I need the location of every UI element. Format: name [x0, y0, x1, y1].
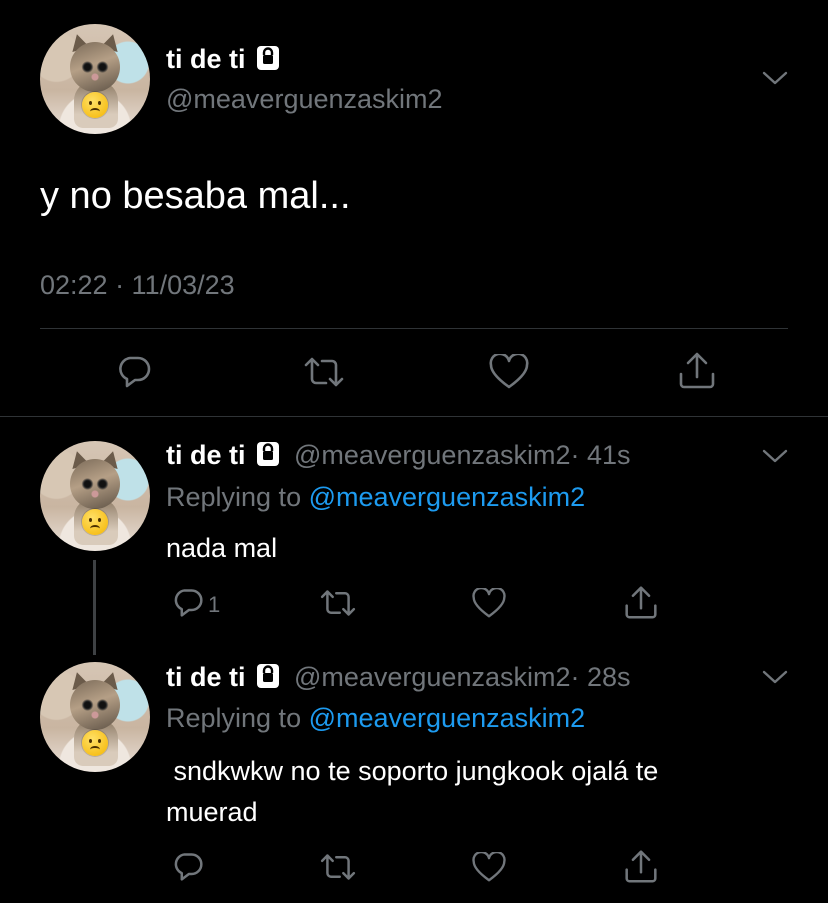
like-icon[interactable]	[472, 852, 506, 883]
mention-link[interactable]: @meaverguenzaskim2	[309, 482, 586, 512]
lock-icon	[256, 441, 280, 472]
avatar[interactable]	[40, 24, 150, 134]
tweet-age: · 41s	[570, 440, 631, 470]
share-icon[interactable]	[678, 350, 716, 390]
reply-text-line: muerad	[166, 797, 258, 827]
chevron-down-icon[interactable]	[762, 669, 788, 685]
handle[interactable]: @meaverguenzaskim2	[294, 440, 571, 470]
lock-icon	[256, 663, 280, 694]
retweet-icon[interactable]	[318, 852, 358, 882]
thread-line	[93, 560, 96, 655]
divider	[40, 328, 788, 329]
replying-to: Replying to @meaverguenzaskim2	[166, 482, 585, 513]
replying-to: Replying to @meaverguenzaskim2	[166, 703, 585, 734]
reply-text: nada mal	[166, 533, 278, 563]
retweet-icon[interactable]	[318, 588, 358, 618]
avatar[interactable]	[40, 441, 150, 551]
reply-count: 1	[208, 592, 221, 617]
chevron-down-icon[interactable]	[762, 70, 788, 86]
tweet-text: y no besaba mal...	[40, 175, 351, 217]
reply-icon[interactable]	[172, 850, 204, 882]
sad-face-emoji	[82, 730, 108, 756]
sad-face-emoji	[82, 509, 108, 535]
handle[interactable]: @meaverguenzaskim2	[166, 84, 443, 115]
handle[interactable]: @meaverguenzaskim2	[294, 662, 571, 692]
reply-text-line: sndkwkw no te soporto jungkook ojalá te	[166, 756, 659, 786]
like-icon[interactable]	[472, 588, 506, 619]
tweet-age: · 28s	[570, 662, 631, 692]
sad-face-emoji	[82, 92, 108, 118]
like-icon[interactable]	[489, 354, 529, 390]
retweet-icon[interactable]	[302, 355, 346, 389]
reply-icon[interactable]	[116, 353, 152, 389]
display-name[interactable]: ti de ti	[166, 440, 246, 470]
replying-to-label: Replying to	[166, 703, 309, 733]
replying-to-label: Replying to	[166, 482, 309, 512]
chevron-down-icon[interactable]	[762, 448, 788, 464]
share-icon[interactable]	[624, 584, 658, 620]
lock-icon	[256, 45, 280, 76]
share-icon[interactable]	[624, 848, 658, 884]
mention-link[interactable]: @meaverguenzaskim2	[309, 703, 586, 733]
reply-icon[interactable]	[172, 586, 204, 618]
tweet-timestamp[interactable]: 02:22 · 11/03/23	[40, 270, 235, 301]
display-name[interactable]: ti de ti	[166, 662, 246, 692]
divider	[0, 416, 828, 417]
display-name[interactable]: ti de ti	[166, 44, 246, 74]
avatar[interactable]	[40, 662, 150, 772]
